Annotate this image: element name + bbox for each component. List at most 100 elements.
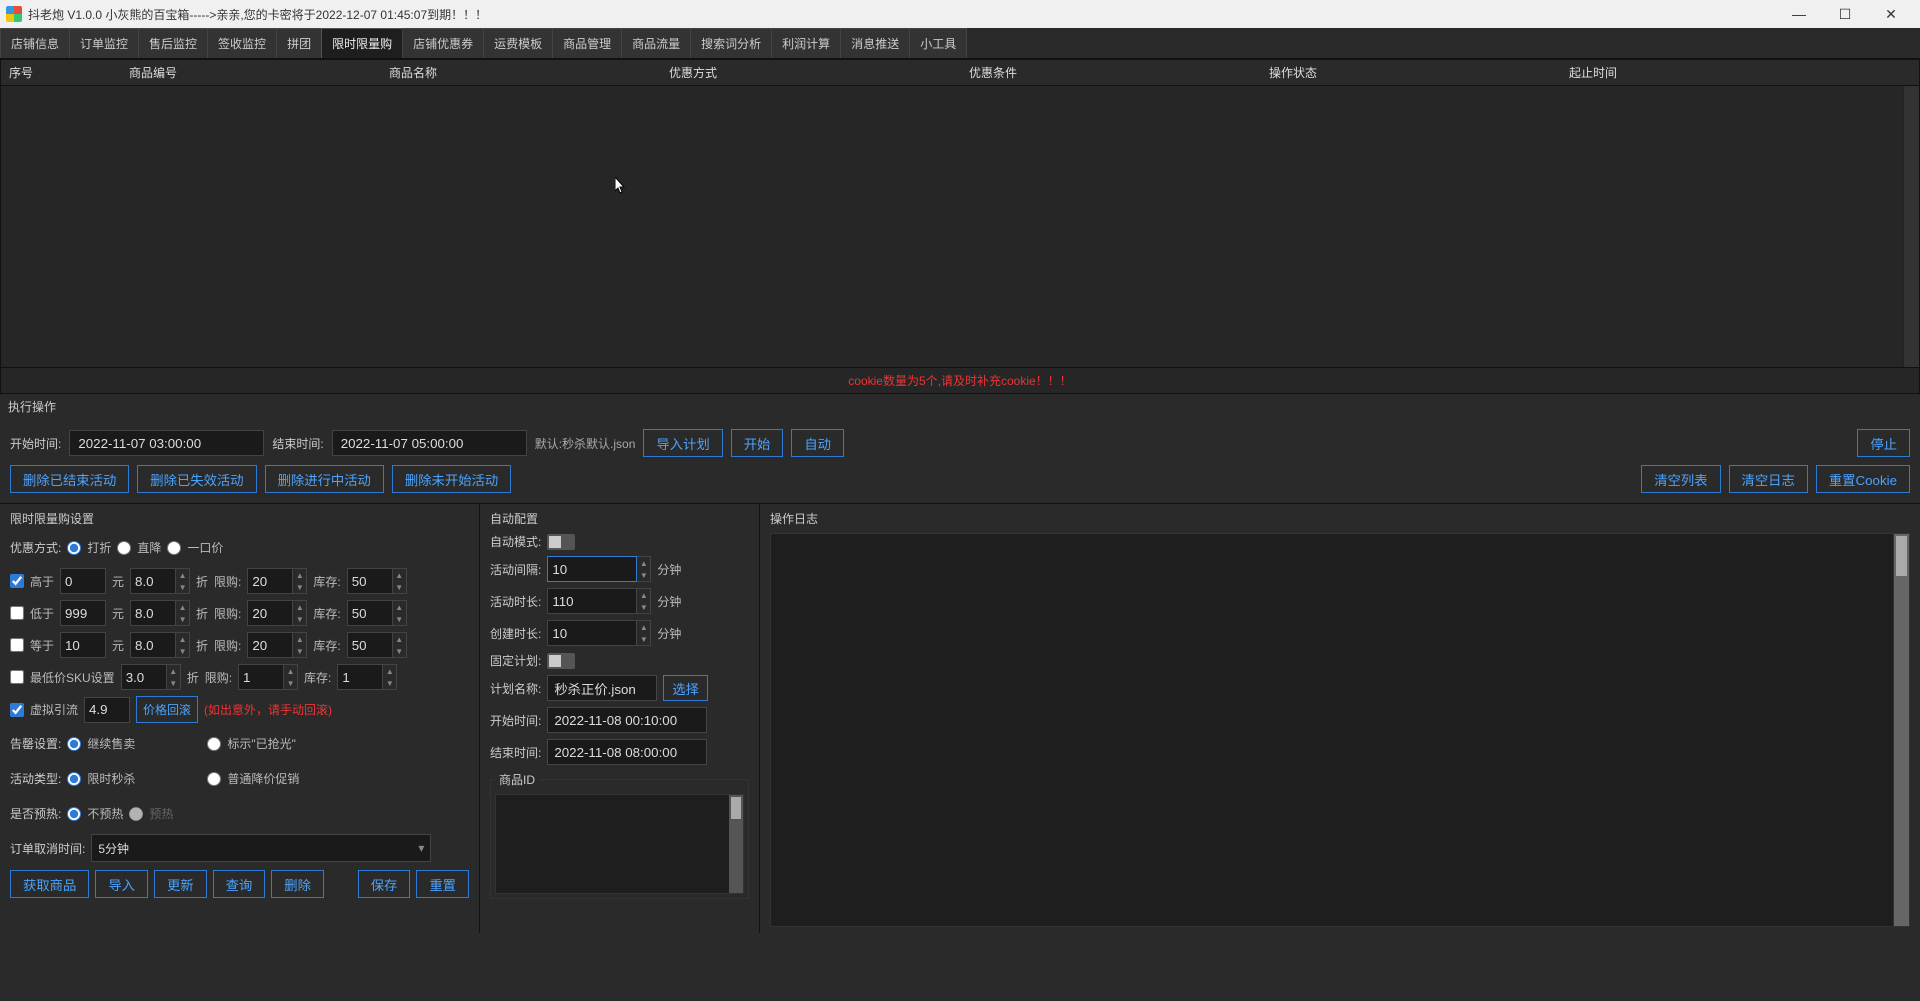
minsku-check[interactable] xyxy=(10,670,24,684)
auto-start-input[interactable] xyxy=(547,707,707,733)
minsku-stock[interactable] xyxy=(337,664,383,690)
auto-end-label: 结束时间: xyxy=(490,744,541,761)
delete-notstart-button[interactable]: 删除未开始活动 xyxy=(392,465,511,493)
eq-stock[interactable] xyxy=(347,632,393,658)
cancel-time-label: 订单取消时间: xyxy=(10,840,85,857)
tab-6[interactable]: 店铺优惠券 xyxy=(402,28,484,58)
minsku-discount[interactable] xyxy=(121,664,167,690)
settings-title: 限时限量购设置 xyxy=(10,510,469,527)
auto-button[interactable]: 自动 xyxy=(791,429,844,457)
clear-list-button[interactable]: 清空列表 xyxy=(1641,465,1720,493)
tab-1[interactable]: 订单监控 xyxy=(69,28,139,58)
stop-button[interactable]: 停止 xyxy=(1857,429,1910,457)
delete-invalid-button[interactable]: 删除已失效活动 xyxy=(137,465,256,493)
gt-stock[interactable] xyxy=(347,568,393,594)
lt-discount[interactable] xyxy=(130,600,176,626)
radio-continue-sell[interactable]: 继续售卖 xyxy=(67,735,135,752)
tab-11[interactable]: 利润计算 xyxy=(771,28,841,58)
plan-name-input[interactable] xyxy=(547,675,657,701)
start-time-input[interactable] xyxy=(69,430,264,456)
tab-5[interactable]: 限时限量购 xyxy=(321,28,403,58)
reset-cookie-button[interactable]: 重置Cookie xyxy=(1816,465,1910,493)
import-button[interactable]: 导入 xyxy=(95,870,148,898)
radio-flash-sale[interactable]: 限时秒杀 xyxy=(67,770,135,787)
gt-limit[interactable] xyxy=(247,568,293,594)
choose-plan-button[interactable]: 选择 xyxy=(663,675,708,701)
product-id-box[interactable] xyxy=(495,794,744,894)
update-button[interactable]: 更新 xyxy=(154,870,207,898)
log-scrollbar[interactable] xyxy=(1893,534,1909,926)
tab-9[interactable]: 商品流量 xyxy=(621,28,691,58)
row-minsku: 最低价SKU设置 ▲▼ 折 限购: ▲▼ 库存: ▲▼ xyxy=(10,664,469,690)
fixed-plan-toggle[interactable] xyxy=(547,653,575,669)
eq-price[interactable] xyxy=(60,632,106,658)
gt-price[interactable] xyxy=(60,568,106,594)
log-title: 操作日志 xyxy=(770,510,1910,527)
eq-check[interactable] xyxy=(10,638,24,652)
start-time-label: 开始时间: xyxy=(10,435,61,452)
reset-button[interactable]: 重置 xyxy=(416,870,469,898)
app-icon xyxy=(6,6,22,22)
price-rollback-button[interactable]: 价格回滚 xyxy=(136,696,198,723)
gt-check[interactable] xyxy=(10,574,24,588)
lower-panels: 限时限量购设置 优惠方式: 打折 直降 一口价 高于 元 ▲▼ 折 限购: ▲▼… xyxy=(0,503,1920,933)
tab-12[interactable]: 消息推送 xyxy=(840,28,910,58)
auto-mode-label: 自动模式: xyxy=(490,533,541,550)
clear-log-button[interactable]: 清空日志 xyxy=(1729,465,1808,493)
radio-normal-promo[interactable]: 普通降价促销 xyxy=(207,770,299,787)
create-input[interactable] xyxy=(547,620,637,646)
gt-discount[interactable] xyxy=(130,568,176,594)
end-time-input[interactable] xyxy=(332,430,527,456)
radio-soldout-flag[interactable]: 标示"已抢光" xyxy=(207,735,296,752)
eq-limit[interactable] xyxy=(247,632,293,658)
tab-4[interactable]: 拼团 xyxy=(276,28,322,58)
radio-discount-fixed[interactable]: 一口价 xyxy=(167,539,223,556)
query-button[interactable]: 查询 xyxy=(213,870,266,898)
delete-button[interactable]: 删除 xyxy=(271,870,324,898)
eq-discount[interactable] xyxy=(130,632,176,658)
tab-2[interactable]: 售后监控 xyxy=(138,28,208,58)
tab-8[interactable]: 商品管理 xyxy=(552,28,622,58)
import-plan-button[interactable]: 导入计划 xyxy=(643,429,722,457)
close-button[interactable]: ✕ xyxy=(1868,0,1914,28)
cancel-time-select[interactable]: 5分钟 xyxy=(91,834,431,862)
delete-ended-button[interactable]: 删除已结束活动 xyxy=(10,465,129,493)
auto-mode-toggle[interactable] xyxy=(547,534,575,550)
titlebar: 抖老炮 V1.0.0 小灰熊的百宝箱----->亲亲,您的卡密将于2022-12… xyxy=(0,0,1920,28)
grid-scrollbar[interactable] xyxy=(1903,86,1919,367)
grid-body[interactable] xyxy=(1,86,1919,367)
row-virtual: 虚拟引流 价格回滚 (如出意外，请手动回滚) xyxy=(10,696,469,723)
tab-3[interactable]: 签收监控 xyxy=(207,28,277,58)
main-tabs: 店铺信息订单监控售后监控签收监控拼团限时限量购店铺优惠券运费模板商品管理商品流量… xyxy=(0,28,1920,59)
save-button[interactable]: 保存 xyxy=(358,870,411,898)
tab-10[interactable]: 搜索词分析 xyxy=(690,28,772,58)
start-button[interactable]: 开始 xyxy=(731,429,784,457)
radio-no-preheat[interactable]: 不预热 xyxy=(67,805,123,822)
log-box[interactable] xyxy=(770,533,1910,927)
minimize-button[interactable]: — xyxy=(1776,0,1822,28)
duration-label: 活动时长: xyxy=(490,593,541,610)
lt-stock[interactable] xyxy=(347,600,393,626)
radio-discount-direct[interactable]: 直降 xyxy=(117,539,161,556)
lt-limit[interactable] xyxy=(247,600,293,626)
lt-price[interactable] xyxy=(60,600,106,626)
fetch-products-button[interactable]: 获取商品 xyxy=(10,870,89,898)
auto-config-panel: 自动配置 自动模式: 活动间隔: ▲▼ 分钟 活动时长: ▲▼ 分钟 创建时长:… xyxy=(480,504,760,933)
spinner-arrows[interactable]: ▲▼ xyxy=(176,568,190,594)
radio-preheat[interactable]: 预热 xyxy=(129,805,173,822)
interval-input[interactable] xyxy=(547,556,637,582)
pid-scrollbar[interactable] xyxy=(729,795,743,893)
duration-input[interactable] xyxy=(547,588,637,614)
tab-13[interactable]: 小工具 xyxy=(909,28,967,58)
virtual-value[interactable] xyxy=(84,697,130,723)
radio-discount-percent[interactable]: 打折 xyxy=(67,539,111,556)
tab-0[interactable]: 店铺信息 xyxy=(0,28,70,58)
tab-7[interactable]: 运费模板 xyxy=(483,28,553,58)
minsku-limit[interactable] xyxy=(238,664,284,690)
auto-end-input[interactable] xyxy=(547,739,707,765)
cookie-warning: cookie数量为5个,请及时补充cookie！！！ xyxy=(1,367,1919,393)
maximize-button[interactable]: ☐ xyxy=(1822,0,1868,28)
lt-check[interactable] xyxy=(10,606,24,620)
virtual-check[interactable] xyxy=(10,703,24,717)
delete-running-button[interactable]: 删除进行中活动 xyxy=(265,465,384,493)
